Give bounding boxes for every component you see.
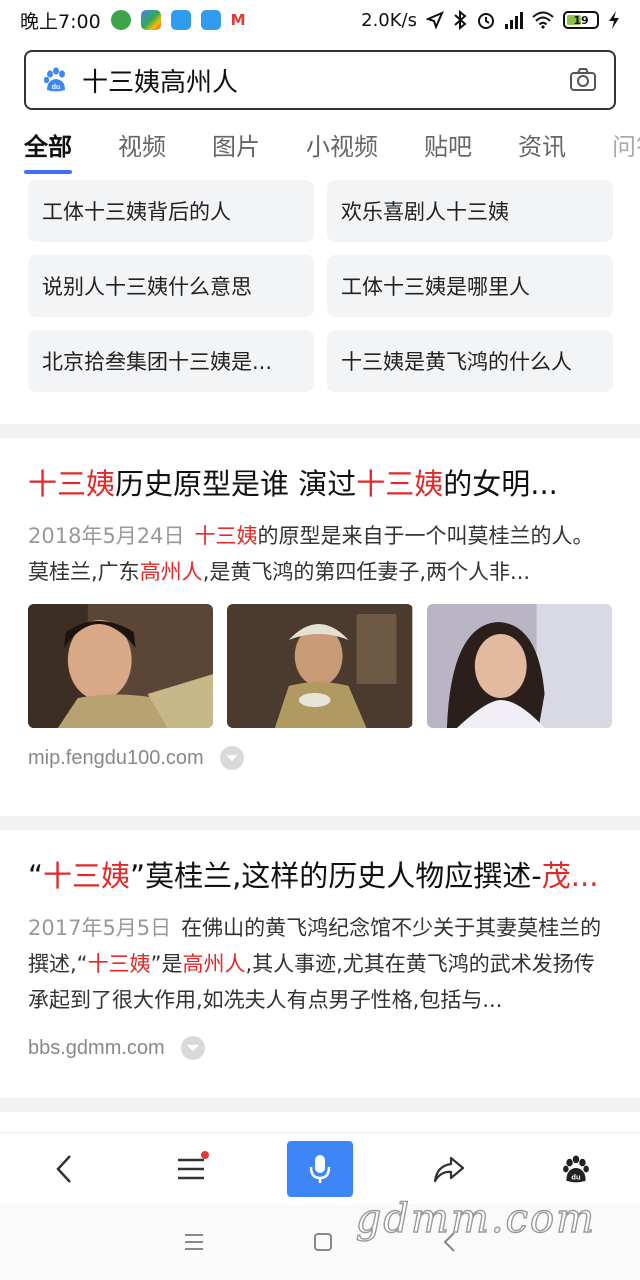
title-text: 的女明...: [443, 467, 558, 501]
related-search-item[interactable]: 说别人十三姨什么意思: [28, 255, 314, 317]
related-search-item[interactable]: 工体十三姨背后的人: [28, 180, 314, 242]
result-thumbnail[interactable]: [227, 604, 413, 728]
chevron-left-icon: [56, 1154, 71, 1183]
network-speed: 2.0K/s: [361, 9, 417, 31]
tab-qa[interactable]: 问答: [612, 120, 640, 178]
section-divider: [0, 1098, 640, 1112]
svg-text:du: du: [572, 1172, 582, 1181]
result-title[interactable]: 十三姨历史原型是谁 演过十三姨的女明...: [28, 464, 612, 504]
back-button[interactable]: [32, 1141, 96, 1197]
related-searches: 工体十三姨背后的人 欢乐喜剧人十三姨 说别人十三姨什么意思 工体十三姨是哪里人 …: [28, 180, 613, 392]
battery-icon: 19: [563, 11, 599, 29]
related-search-item[interactable]: 北京拾叁集团十三姨是...: [28, 330, 314, 392]
tab-news[interactable]: 资讯: [518, 120, 566, 178]
title-highlight: 十三姨: [43, 859, 131, 893]
section-divider: [0, 424, 640, 438]
snippet-text: ,是黄飞鸿的第四任妻子,两个人非...: [202, 560, 531, 584]
tab-tieba[interactable]: 贴吧: [424, 120, 472, 178]
related-search-item[interactable]: 十三姨是黄飞鸿的什么人: [327, 330, 613, 392]
search-input[interactable]: 十三姨高州人: [82, 62, 568, 99]
app-notification-icon: [170, 10, 191, 30]
source-url: mip.fengdu100.com: [28, 746, 204, 769]
title-text: ”莫桂兰,这样的历史人物应撰述-: [130, 859, 542, 893]
battery-level: 19: [573, 13, 589, 27]
status-time: 晚上7:00: [20, 10, 101, 33]
tab-video[interactable]: 视频: [118, 120, 166, 178]
status-bar: 晚上7:00 M 2.0K/s 19: [0, 0, 640, 40]
app-notification-icon: [200, 10, 221, 30]
result-date: 2017年5月5日: [28, 916, 172, 940]
result-snippet: 2017年5月5日 在佛山的黄飞鸿纪念馆不少关于其妻莫桂兰的撰述,“十三姨”是高州…: [28, 910, 612, 1018]
result-thumbnail[interactable]: [28, 604, 214, 728]
section-divider: [0, 816, 640, 830]
status-right: 2.0K/s 19: [361, 10, 620, 31]
related-search-item[interactable]: 欢乐喜剧人十三姨: [327, 180, 613, 242]
recent-apps-icon[interactable]: [184, 1233, 204, 1251]
status-left: 晚上7:00 M: [20, 7, 246, 34]
result-thumbnail[interactable]: [426, 604, 612, 728]
title-highlight: 十三姨: [356, 467, 444, 501]
snippet-highlight: 高州人: [182, 952, 246, 976]
menu-icon: [178, 1158, 205, 1179]
snippet-text: ”是: [150, 952, 183, 976]
baidu-paw-icon: du: [563, 1155, 590, 1182]
camera-icon[interactable]: [568, 65, 598, 95]
result-title[interactable]: “十三姨”莫桂兰,这样的历史人物应撰述-茂...: [28, 856, 612, 896]
result-date: 2018年5月24日: [28, 524, 185, 548]
result-source[interactable]: mip.fengdu100.com: [28, 746, 612, 770]
gmail-icon: M: [230, 11, 246, 29]
wifi-icon: [532, 11, 554, 29]
result-images: [28, 604, 612, 728]
search-tabs: 全部 视频 图片 小视频 贴吧 资讯 问答: [0, 120, 640, 178]
app-notification-icon: [110, 10, 131, 30]
signal-icon: [505, 11, 523, 29]
charging-icon: [609, 11, 619, 29]
title-highlight: 十三姨: [28, 467, 116, 501]
menu-button[interactable]: [159, 1141, 223, 1197]
tab-all[interactable]: 全部: [24, 120, 72, 178]
home-icon[interactable]: [313, 1232, 333, 1252]
result-source[interactable]: bbs.gdmm.com: [28, 1036, 612, 1060]
title-text: “: [28, 859, 44, 893]
share-button[interactable]: [417, 1141, 481, 1197]
share-icon: [433, 1156, 464, 1182]
voice-search-button[interactable]: [286, 1140, 353, 1197]
tab-images[interactable]: 图片: [212, 120, 260, 178]
title-text: 历史原型是谁 演过: [115, 467, 357, 501]
tab-short-video[interactable]: 小视频: [306, 120, 378, 178]
baidu-home-button[interactable]: du: [544, 1141, 608, 1197]
baidu-paw-icon: du: [43, 67, 65, 92]
bottom-toolbar: du: [0, 1132, 640, 1204]
search-result-card[interactable]: “十三姨”莫桂兰,这样的历史人物应撰述-茂... 2017年5月5日 在佛山的黄飞…: [0, 856, 640, 1060]
microphone-icon: [309, 1154, 331, 1183]
notification-dot: [201, 1150, 210, 1159]
watermark: gdmm.com: [355, 1195, 596, 1242]
related-search-item[interactable]: 工体十三姨是哪里人: [327, 255, 613, 317]
bluetooth-icon: [454, 10, 467, 30]
snippet-highlight: 十三姨: [87, 952, 151, 976]
search-box[interactable]: du 十三姨高州人: [24, 50, 616, 110]
result-snippet: 2018年5月24日 十三姨的原型是来自于一个叫莫桂兰的人。莫桂兰,广东高州人,是…: [28, 518, 612, 590]
search-result-card[interactable]: 十三姨历史原型是谁 演过十三姨的女明... 2018年5月24日 十三姨的原型是来…: [0, 464, 640, 770]
location-icon: [426, 11, 444, 29]
svg-text:du: du: [52, 84, 61, 91]
chevron-down-icon[interactable]: [219, 746, 244, 770]
play-store-icon: [140, 10, 161, 30]
source-url: bbs.gdmm.com: [28, 1036, 165, 1059]
alarm-icon: [478, 13, 494, 29]
chevron-down-icon[interactable]: [180, 1036, 205, 1060]
snippet-highlight: 十三姨: [194, 524, 258, 548]
snippet-highlight: 高州人: [139, 560, 203, 584]
title-highlight: 茂...: [541, 859, 599, 893]
